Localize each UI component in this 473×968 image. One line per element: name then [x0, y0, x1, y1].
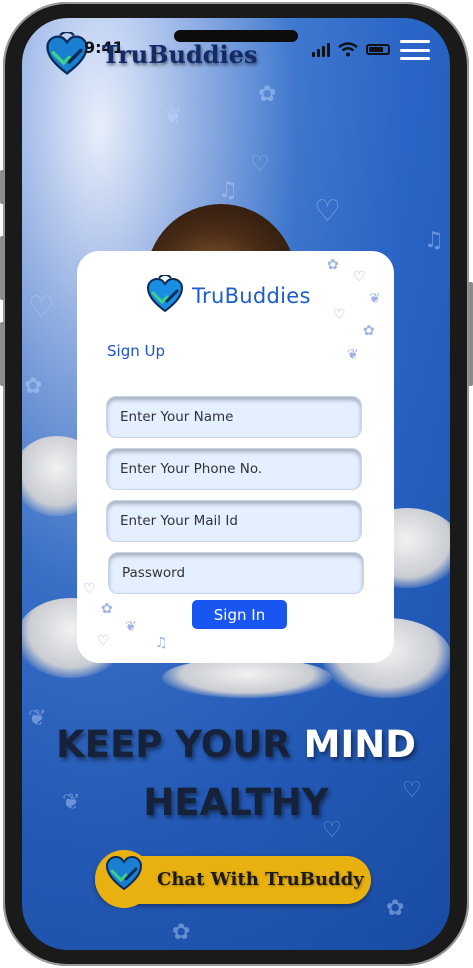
wifi-icon [338, 42, 358, 57]
app-screen: ♡ ♡ ♡ ✿ ♫ ❦ ♫ ♡ ✿ ♡ ❦ ✿ ♡ ✿ ❦ 9:41 TruBu… [22, 18, 450, 950]
card-brand-title: TruBuddies [192, 284, 311, 308]
status-icons [312, 42, 390, 57]
leaf-doodle-icon: ❦ [164, 104, 183, 129]
name-field[interactable] [106, 396, 362, 438]
leaf-doodle-icon: ❦ [347, 347, 359, 363]
music-note-doodle-icon: ♫ [155, 635, 168, 651]
phone-side-button [0, 170, 5, 204]
hamburger-menu-icon[interactable] [400, 40, 430, 60]
password-field[interactable] [108, 552, 364, 594]
flower-doodle-icon: ✿ [327, 257, 339, 273]
headline-line-2: HEALTHY [143, 781, 329, 824]
leaf-doodle-icon: ❦ [369, 291, 381, 307]
flower-doodle-icon: ✿ [172, 920, 191, 945]
music-note-doodle-icon: ♫ [424, 228, 444, 253]
sign-in-button[interactable]: Sign In [192, 600, 287, 629]
signup-card: ✿ ♡ ❦ ♡ ✿ ❦ ♡ ✿ ❦ ♫ ♡ TruBuddies Sign Up… [77, 251, 394, 663]
flower-doodle-icon: ✿ [101, 601, 113, 617]
heart-hands-icon [105, 855, 143, 891]
heart-doodle-icon: ♡ [120, 124, 140, 149]
heart-doodle-icon: ♡ [83, 581, 96, 597]
chat-button-label: Chat With TruBuddy [157, 869, 364, 890]
email-field[interactable] [106, 500, 362, 542]
battery-icon [366, 44, 390, 55]
signal-icon [312, 42, 330, 57]
phone-field[interactable] [106, 448, 362, 490]
leaf-doodle-icon: ❦ [125, 619, 137, 635]
heart-doodle-icon: ♡ [28, 290, 55, 325]
music-note-doodle-icon: ♫ [218, 178, 238, 203]
phone-side-button [468, 282, 473, 386]
headline-part-dark: KEEP YOUR [56, 723, 291, 766]
signup-title: Sign Up [107, 342, 165, 360]
chat-logo-badge [95, 850, 153, 908]
heart-doodle-icon: ♡ [250, 152, 270, 177]
flower-doodle-icon: ✿ [258, 82, 277, 107]
flower-doodle-icon: ✿ [363, 323, 375, 339]
header-brand-title: TruBuddies [102, 40, 258, 69]
flower-doodle-icon: ✿ [24, 374, 43, 399]
headline-line-1: KEEP YOUR MIND [22, 723, 450, 766]
cloud-image [162, 658, 332, 698]
heart-doodle-icon: ♡ [333, 307, 346, 323]
headline-part-light: MIND [303, 723, 416, 766]
heart-hands-icon [146, 275, 184, 313]
phone-side-button [0, 236, 5, 300]
flower-doodle-icon: ✿ [386, 896, 405, 921]
heart-doodle-icon: ♡ [97, 633, 110, 649]
phone-side-button [0, 322, 5, 386]
chat-with-trubuddy-button[interactable]: Chat With TruBuddy [95, 850, 371, 908]
heart-doodle-icon: ♡ [314, 194, 341, 229]
heart-doodle-icon: ♡ [353, 269, 366, 285]
